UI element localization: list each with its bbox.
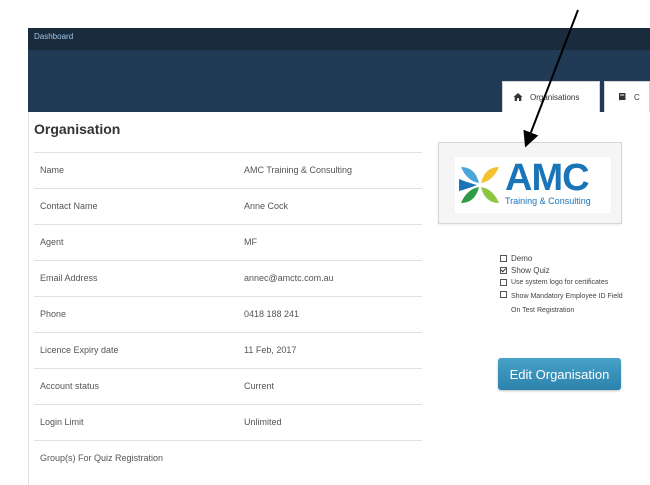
page-title: Organisation [34,121,121,137]
detail-row: Name AMC Training & Consulting [34,152,422,188]
detail-label: Email Address [40,273,98,283]
organisation-logo-box: AMC Training & Consulting [438,142,622,224]
detail-label: Name [40,165,65,175]
detail-row: Account status Current [34,368,422,404]
mandatory-employee-id-checkbox[interactable] [500,291,507,298]
tab-organisations-label: Organisations [530,92,580,102]
system-logo-checkbox[interactable] [500,279,507,286]
detail-row: Contact Name Anne Cock [34,188,422,224]
leaf-hands-icon [459,167,499,203]
detail-label: Contact Name [40,201,98,211]
option-label: Show Mandatory Employee ID Field On Test… [511,293,623,314]
top-bar [28,28,650,50]
option-mandatory-employee-id[interactable]: Show Mandatory Employee ID Field On Test… [500,290,629,318]
edit-organisation-button[interactable]: Edit Organisation [498,358,621,390]
detail-value: 0418 188 241 [244,309,300,319]
option-label: Use system logo for certificates [511,279,609,286]
breadcrumb-dashboard[interactable]: Dashboard [34,32,73,41]
organisation-options: Demo Show Quiz Use system logo for certi… [500,254,629,321]
option-system-logo[interactable]: Use system logo for certificates [500,278,629,287]
book-icon [619,93,626,101]
detail-value: annec@amctc.com.au [244,273,334,283]
show-quiz-checkbox[interactable] [500,267,507,274]
detail-label: Account status [40,381,100,391]
detail-value: 11 Feb, 2017 [244,345,297,355]
detail-label: Phone [40,309,67,319]
detail-value: MF [244,237,257,247]
option-demo[interactable]: Demo [500,254,629,263]
logo-text: AMC [505,157,590,199]
tab-second[interactable]: C [604,81,650,112]
detail-row: Login Limit Unlimited [34,404,422,440]
tab-second-label: C [634,92,640,102]
option-label: Show Quiz [511,266,550,275]
detail-label: Licence Expiry date [40,345,119,355]
home-icon [513,93,523,101]
detail-row: Email Address annec@amctc.com.au [34,260,422,296]
organisation-logo: AMC Training & Consulting [455,157,611,213]
detail-row: Phone 0418 188 241 [34,296,422,332]
option-show-quiz[interactable]: Show Quiz [500,266,629,275]
detail-row: Group(s) For Quiz Registration [34,440,422,476]
detail-value: Anne Cock [244,201,289,211]
detail-value: AMC Training & Consulting [244,165,353,175]
detail-row: Agent MF [34,224,422,260]
logo-tagline: Training & Consulting [505,196,591,206]
detail-label: Login Limit [40,417,84,427]
detail-label: Agent [40,237,64,247]
detail-value: Unlimited [244,417,282,427]
option-label: Demo [511,254,533,263]
detail-value: Current [244,381,275,391]
detail-row: Licence Expiry date 11 Feb, 2017 [34,332,422,368]
demo-checkbox[interactable] [500,255,507,262]
detail-label: Group(s) For Quiz Registration [40,453,164,463]
tab-organisations[interactable]: Organisations [502,81,600,112]
